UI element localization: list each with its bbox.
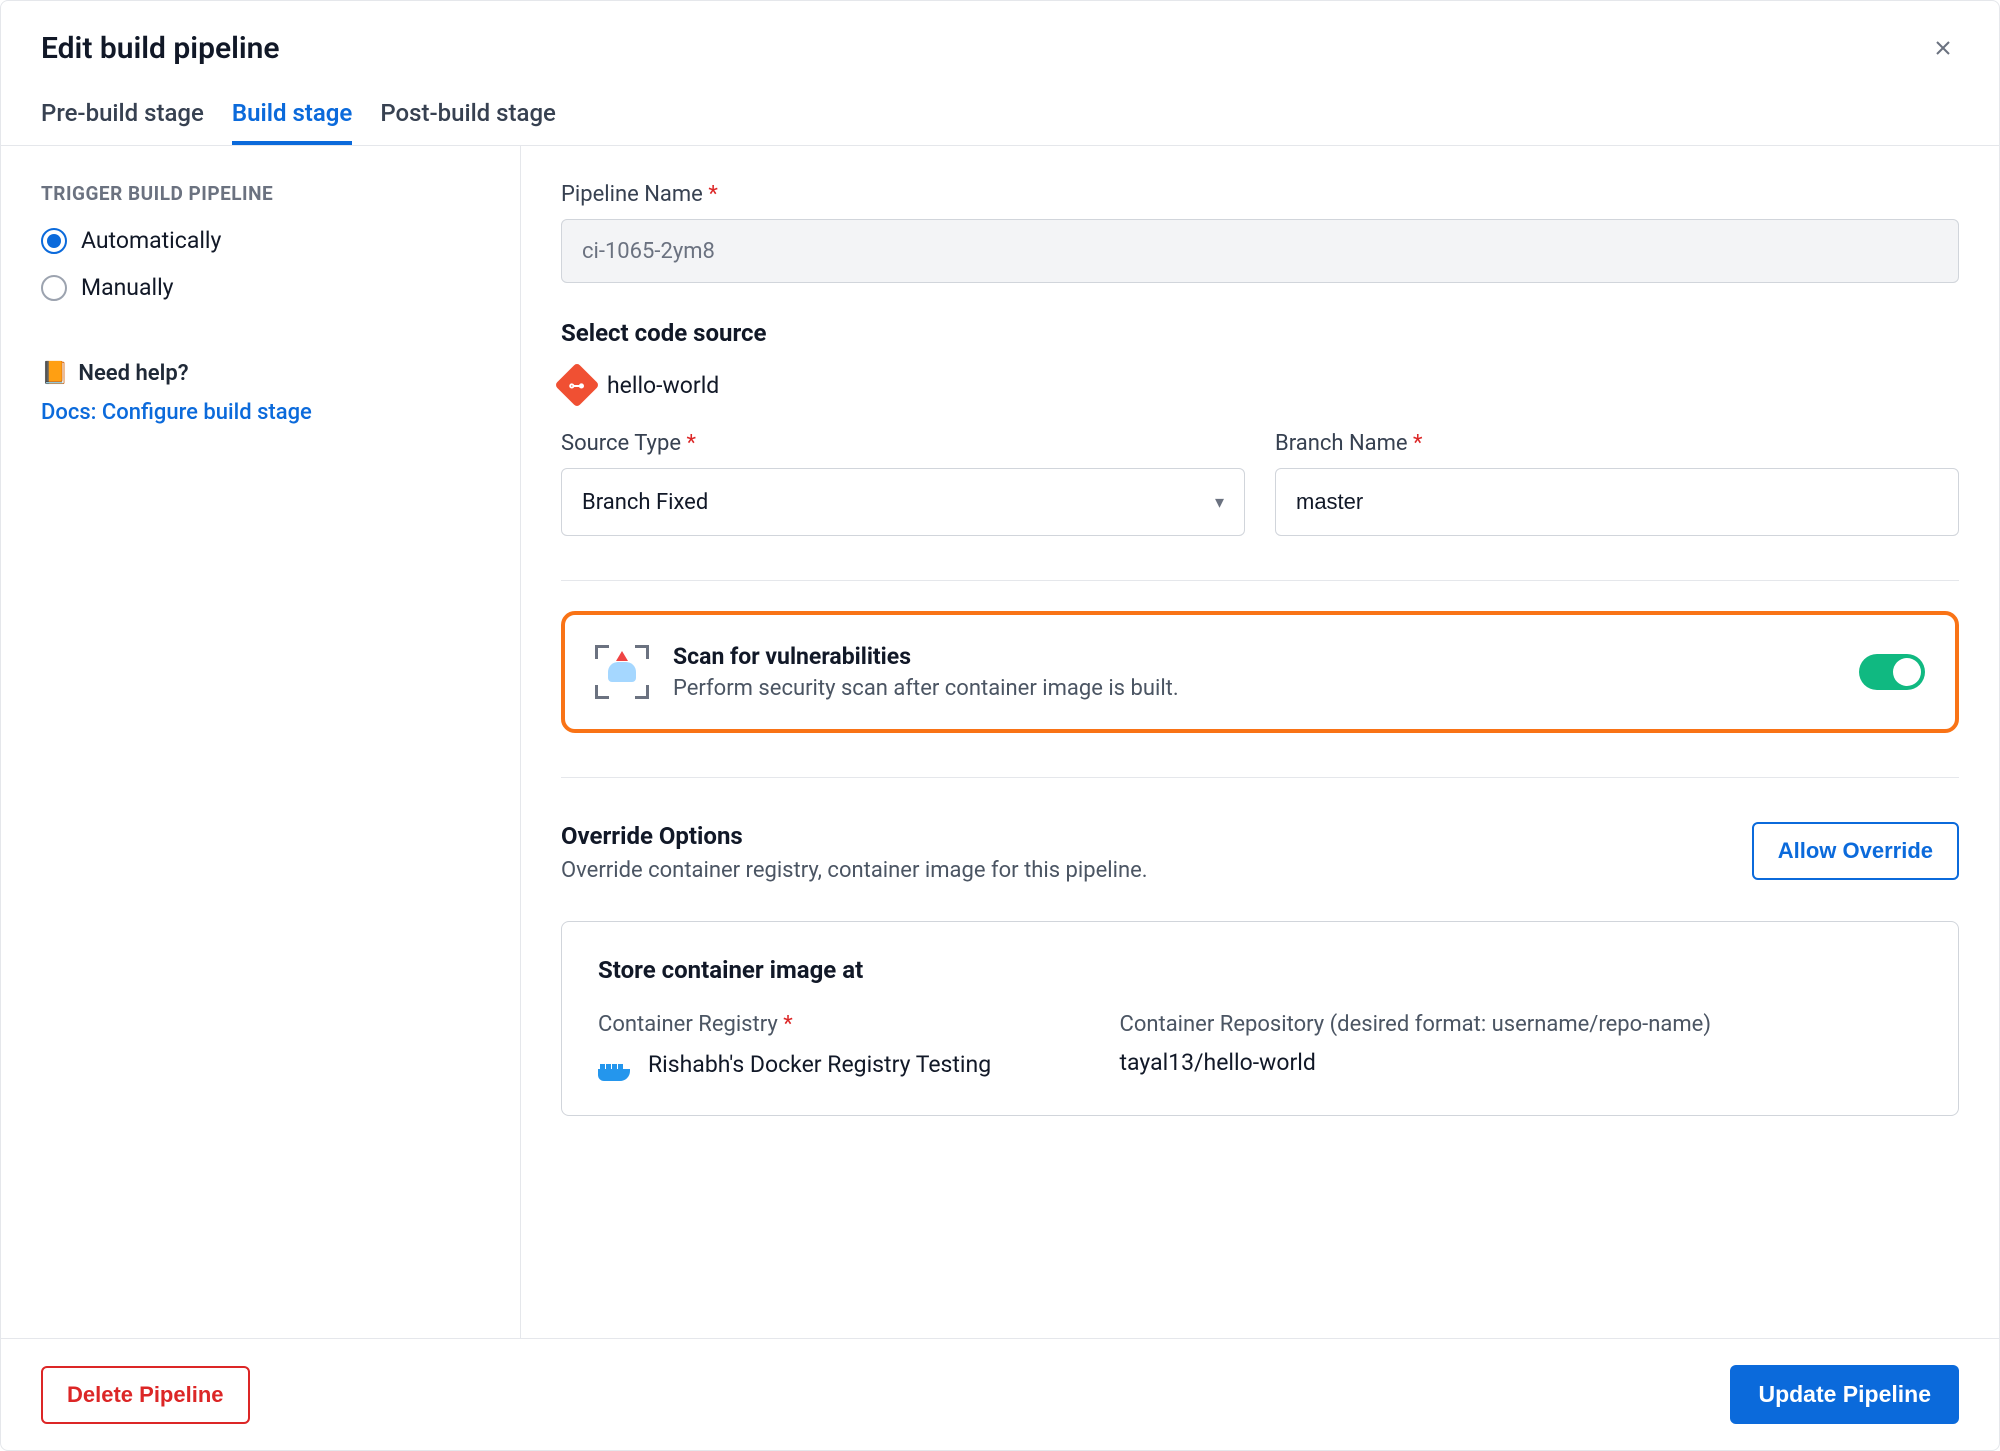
trigger-radio-group: Automatically Manually — [41, 227, 480, 301]
source-type-label: Source Type * — [561, 431, 1245, 456]
branch-name-label: Branch Name * — [1275, 431, 1959, 456]
override-title: Override Options — [561, 822, 1148, 850]
modal-title: Edit build pipeline — [41, 31, 280, 66]
source-row: ⊶ hello-world — [561, 369, 1959, 401]
repo-label: Container Repository (desired format: us… — [1120, 1012, 1923, 1037]
pipeline-name-input: ci-1065-2ym8 — [561, 219, 1959, 283]
trigger-heading: TRIGGER BUILD PIPELINE — [41, 182, 480, 205]
stage-tabs: Pre-build stage Build stage Post-build s… — [41, 99, 1959, 145]
edit-pipeline-modal: Edit build pipeline Pre-build stage Buil… — [0, 0, 2000, 1451]
divider — [561, 777, 1959, 778]
override-desc: Override container registry, container i… — [561, 858, 1148, 883]
divider — [561, 580, 1959, 581]
select-code-source-heading: Select code source — [561, 319, 1959, 347]
sidebar: TRIGGER BUILD PIPELINE Automatically Man… — [1, 146, 521, 1338]
allow-override-button[interactable]: Allow Override — [1752, 822, 1959, 880]
trigger-radio-manually[interactable]: Manually — [41, 274, 480, 301]
branch-name-input[interactable] — [1275, 468, 1959, 536]
store-heading: Store container image at — [598, 956, 1922, 984]
registry-label: Container Registry * — [598, 1012, 1080, 1037]
modal-footer: Delete Pipeline Update Pipeline — [1, 1338, 1999, 1450]
radio-label: Automatically — [81, 227, 221, 254]
docs-link[interactable]: Docs: Configure build stage — [41, 400, 312, 425]
scan-vulnerabilities-panel: Scan for vulnerabilities Perform securit… — [561, 611, 1959, 733]
close-icon — [1931, 36, 1955, 60]
tab-post-build[interactable]: Post-build stage — [380, 99, 556, 145]
chevron-down-icon: ▾ — [1215, 492, 1224, 513]
pipeline-name-label: Pipeline Name * — [561, 182, 1959, 207]
modal-header: Edit build pipeline Pre-build stage Buil… — [1, 1, 1999, 146]
registry-value: Rishabh's Docker Registry Testing — [648, 1049, 991, 1081]
radio-icon — [41, 275, 67, 301]
git-icon: ⊶ — [554, 362, 599, 407]
help-heading: 📙 Need help? — [41, 361, 480, 386]
docker-icon — [598, 1053, 634, 1081]
delete-pipeline-button[interactable]: Delete Pipeline — [41, 1366, 250, 1424]
scan-toggle[interactable] — [1859, 654, 1925, 690]
trigger-radio-automatically[interactable]: Automatically — [41, 227, 480, 254]
help-label: Need help? — [78, 361, 188, 386]
repo-value: tayal13/hello-world — [1120, 1049, 1923, 1076]
tab-build[interactable]: Build stage — [232, 99, 352, 145]
close-button[interactable] — [1927, 31, 1959, 71]
modal-body: TRIGGER BUILD PIPELINE Automatically Man… — [1, 146, 1999, 1338]
tab-pre-build[interactable]: Pre-build stage — [41, 99, 204, 145]
book-icon: 📙 — [41, 361, 68, 386]
source-type-select[interactable]: Branch Fixed ▾ — [561, 468, 1245, 536]
store-image-panel: Store container image at Container Regis… — [561, 921, 1959, 1116]
scan-icon — [595, 645, 649, 699]
scan-title: Scan for vulnerabilities — [673, 643, 1179, 670]
override-section: Override Options Override container regi… — [561, 822, 1959, 883]
source-name: hello-world — [607, 372, 719, 399]
main-content: Pipeline Name * ci-1065-2ym8 Select code… — [521, 146, 1999, 1338]
radio-icon — [41, 228, 67, 254]
radio-label: Manually — [81, 274, 174, 301]
update-pipeline-button[interactable]: Update Pipeline — [1730, 1365, 1959, 1424]
scan-desc: Perform security scan after container im… — [673, 676, 1179, 701]
